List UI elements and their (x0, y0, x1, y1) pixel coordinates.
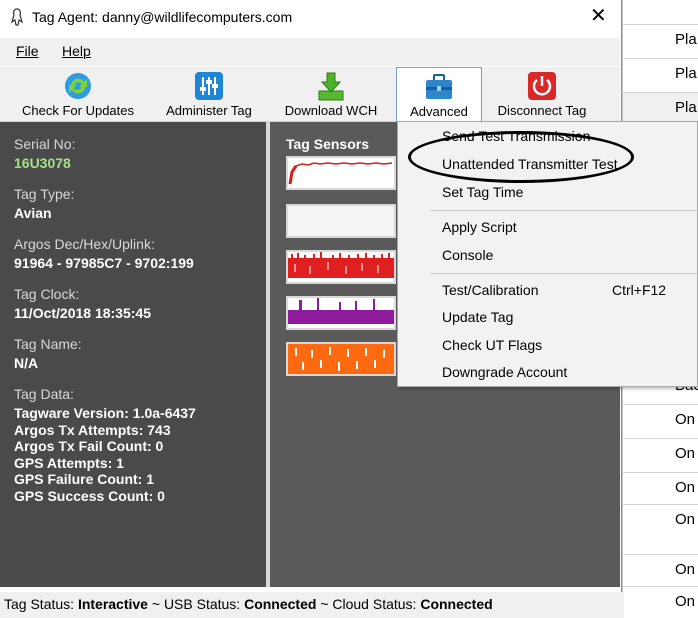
check-for-updates-button[interactable]: Check For Updates (10, 67, 146, 121)
sheet-row: On (623, 472, 698, 504)
download-icon (316, 71, 346, 101)
administer-tag-label: Administer Tag (166, 103, 252, 118)
sheet-row: On (623, 586, 698, 618)
menu-separator (430, 273, 698, 274)
menu-bar: File Help (0, 38, 620, 66)
sliders-icon (194, 71, 224, 101)
sheet-row: On (623, 504, 698, 554)
argos-label: Argos Dec/Hex/Uplink: (14, 236, 155, 252)
sheet-row: On (623, 554, 698, 586)
tag-clock-label: Tag Clock: (14, 286, 80, 302)
title-bar[interactable]: Tag Agent: danny@wildlifecomputers.com ✕ (0, 0, 620, 36)
tag-name-label: Tag Name: (14, 336, 82, 352)
cloud-status-value: Connected (420, 596, 493, 612)
tag-name-value: N/A (14, 355, 39, 371)
tag-clock-value: 11/Oct/2018 18:35:45 (14, 305, 151, 321)
sheet-row: Pla (623, 58, 698, 92)
window-title: Tag Agent: danny@wildlifecomputers.com (32, 9, 293, 25)
usb-status-value: Connected (244, 596, 317, 612)
advanced-label: Advanced (410, 104, 468, 119)
highlight-ellipse-annotation (408, 131, 634, 183)
menu-item-downgrade-account[interactable]: Downgrade Account (442, 364, 567, 380)
tagware-version: Tagware Version: 1.0a-6437 (14, 405, 196, 421)
sensor-graph-3 (286, 250, 396, 284)
disconnect-tag-label: Disconnect Tag (497, 103, 587, 118)
sensor-graph-5 (286, 342, 396, 376)
tag-info-panel: Serial No: 16U3078 Tag Type: Avian Argos… (0, 122, 266, 587)
sheet-row: On (623, 404, 698, 438)
gps-success-count: GPS Success Count: 0 (14, 487, 165, 504)
check-for-updates-label: Check For Updates (22, 103, 134, 118)
sheet-row: Pla (623, 24, 698, 58)
toolbox-icon (424, 72, 454, 102)
power-icon (527, 71, 557, 101)
close-icon[interactable]: ✕ (590, 6, 607, 26)
menu-item-test-calibration[interactable]: Test/Calibration (442, 282, 539, 298)
cloud-status-label: ~ Cloud Status: (320, 596, 417, 612)
menu-shortcut-ctrl-f12: Ctrl+F12 (612, 282, 667, 298)
advanced-button[interactable]: Advanced (396, 67, 482, 122)
menu-item-check-ut-flags[interactable]: Check UT Flags (442, 337, 542, 353)
serial-label: Serial No: (14, 136, 76, 152)
tag-data-list: Tagware Version: 1.0a-6437 Argos Tx Atte… (14, 405, 196, 504)
tag-type-value: Avian (14, 205, 52, 221)
serial-value: 16U3078 (14, 155, 71, 171)
menu-item-console[interactable]: Console (442, 247, 493, 263)
gps-attempts: GPS Attempts: 1 (14, 454, 124, 471)
menu-help[interactable]: Help (62, 43, 91, 59)
argos-tx-attempts: Argos Tx Attempts: 743 (14, 421, 171, 438)
sheet-row: On (623, 438, 698, 472)
menu-separator (430, 210, 698, 211)
argos-value: 91964 - 97985C7 - 9702:199 (14, 255, 194, 271)
tag-type-label: Tag Type: (14, 186, 75, 202)
menu-item-update-tag[interactable]: Update Tag (442, 309, 513, 325)
tag-status-label: Tag Status: (4, 596, 75, 612)
gps-failure-count: GPS Failure Count: 1 (14, 471, 155, 487)
disconnect-tag-button[interactable]: Disconnect Tag (488, 67, 596, 121)
status-bar: Tag Status: Interactive ~ USB Status: Co… (0, 592, 624, 618)
refresh-icon (63, 71, 93, 101)
argos-tx-fail-count: Argos Tx Fail Count: 0 (14, 438, 164, 454)
tag-sensors-title: Tag Sensors (286, 136, 369, 152)
menu-item-set-tag-time[interactable]: Set Tag Time (442, 184, 523, 200)
toolbar: Check For Updates Administer Tag Downloa… (0, 67, 620, 122)
tag-data-label: Tag Data: (14, 386, 74, 402)
administer-tag-button[interactable]: Administer Tag (154, 67, 264, 121)
menu-file[interactable]: File (16, 43, 39, 59)
download-wch-label: Download WCH (284, 103, 378, 118)
usb-status-label: ~ USB Status: (151, 596, 241, 612)
sensor-graph-4 (286, 296, 396, 330)
sensor-graph-1 (286, 156, 396, 190)
menu-item-apply-script[interactable]: Apply Script (442, 219, 517, 235)
download-wch-button[interactable]: Download WCH (272, 67, 390, 121)
sensor-graph-2 (286, 204, 396, 238)
penguin-app-icon (10, 8, 24, 31)
tag-status-value: Interactive (77, 596, 148, 612)
